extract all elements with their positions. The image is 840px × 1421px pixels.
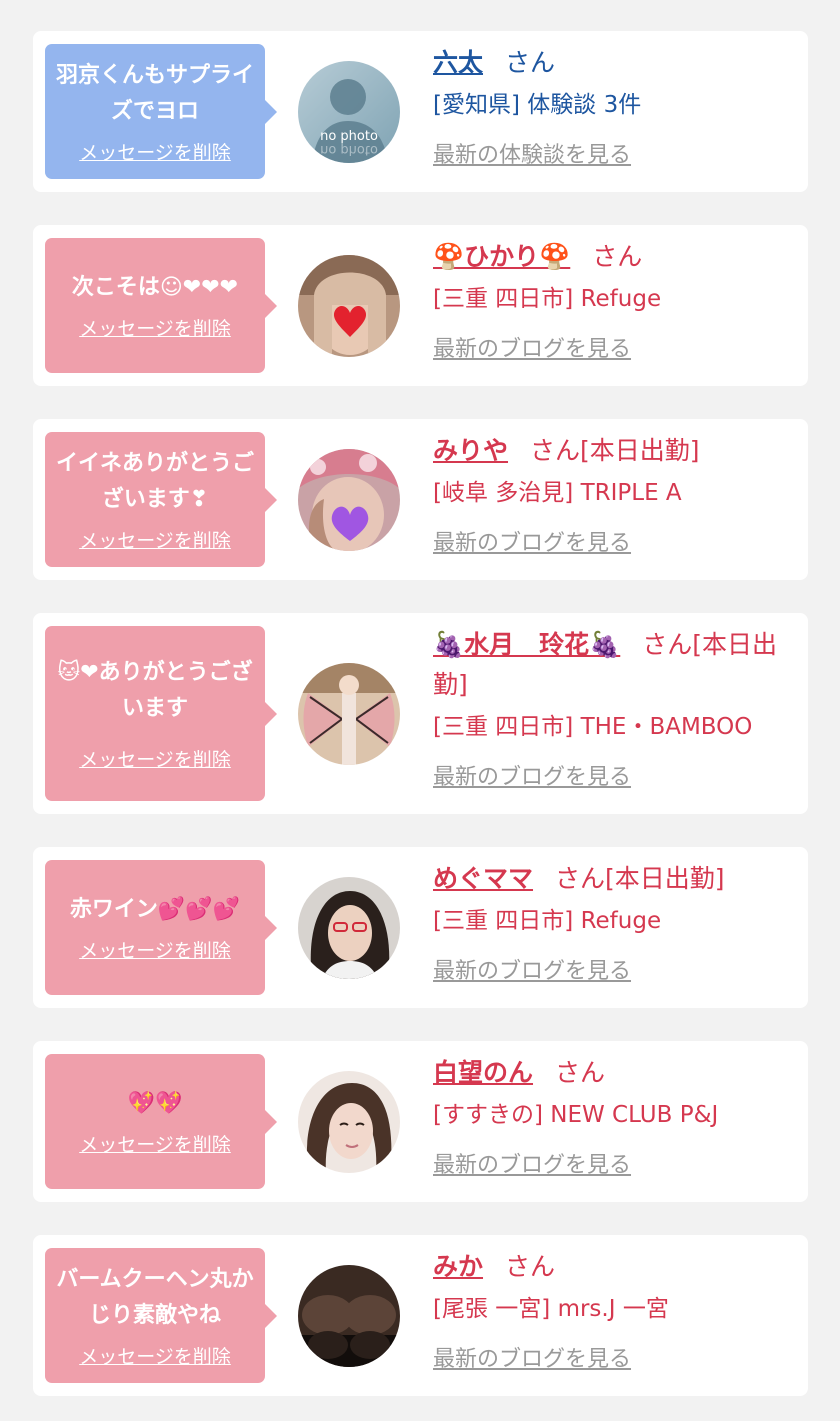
name-suffix: さん[本日出勤] <box>530 436 700 465</box>
profile-photo <box>298 255 400 357</box>
sender-info: めぐママ さん[本日出勤] [三重 四日市] Refuge 最新のブログを見る <box>433 859 798 987</box>
svg-text:no photo: no photo <box>320 142 378 157</box>
name-suffix: さん <box>555 1058 606 1087</box>
sender-info: 🍄ひかり🍄 さん [三重 四日市] Refuge 最新のブログを見る <box>433 237 798 365</box>
message-card: バームクーヘン丸かじり素敵やね メッセージを削除 みか さん [尾張 一宮] mr… <box>33 1235 808 1396</box>
sender-shop: [三重 四日市] Refuge <box>433 286 662 312</box>
message-bubble: 次こそは☺❤❤❤ メッセージを削除 <box>45 238 277 373</box>
message-bubble: 羽京くんもサプライズでヨロ メッセージを削除 <box>45 44 277 179</box>
sender-name-link[interactable]: みか <box>433 1252 483 1281</box>
sender-shop: [岐阜 多治見] TRIPLE A <box>433 480 682 506</box>
message-card: 🐱❤ありがとうございます メッセージを削除 🍇水月 玲花🍇 さん[本日出勤] [三… <box>33 613 808 814</box>
avatar[interactable] <box>298 877 400 979</box>
sender-info: 六太 さん [愛知県] 体験談 3件 最新の体験談を見る <box>433 43 798 171</box>
latest-blog-link[interactable]: 最新のブログを見る <box>433 763 631 793</box>
message-text: イイネありがとうございます❣ <box>55 451 254 512</box>
sender-shop: [三重 四日市] THE・BAMBOO <box>433 714 753 740</box>
delete-message-link[interactable]: メッセージを削除 <box>79 314 231 341</box>
profile-photo <box>298 1265 400 1367</box>
latest-blog-link[interactable]: 最新のブログを見る <box>433 1151 631 1181</box>
avatar[interactable] <box>298 1265 400 1367</box>
message-card: 💖💖 メッセージを削除 白望のん さん [すすきの] NEW CLUB P&J 最… <box>33 1041 808 1202</box>
sender-name-link[interactable]: 六太 <box>433 48 483 77</box>
sender-name-link[interactable]: 🍄ひかり🍄 <box>433 242 570 271</box>
profile-photo <box>298 449 400 551</box>
message-text: バームクーヘン丸かじり素敵やね <box>56 1267 254 1328</box>
sender-shop: [愛知県] 体験談 3件 <box>433 92 642 118</box>
latest-review-link[interactable]: 最新の体験談を見る <box>433 141 631 171</box>
delete-message-link[interactable]: メッセージを削除 <box>79 526 231 553</box>
avatar[interactable] <box>298 449 400 551</box>
svg-text:no photo: no photo <box>320 129 378 144</box>
avatar[interactable] <box>298 255 400 357</box>
message-card: 赤ワイン💕💕💕 メッセージを削除 めぐママ さん[本日出勤] [三重 四日市] R… <box>33 847 808 1008</box>
message-bubble: 🐱❤ありがとうございます メッセージを削除 <box>45 626 277 801</box>
message-card: 羽京くんもサプライズでヨロ メッセージを削除 no photo no photo <box>33 31 808 192</box>
latest-blog-link[interactable]: 最新のブログを見る <box>433 1345 631 1375</box>
message-bubble: バームクーヘン丸かじり素敵やね メッセージを削除 <box>45 1248 277 1383</box>
sender-info: みか さん [尾張 一宮] mrs.J 一宮 最新のブログを見る <box>433 1247 798 1375</box>
name-suffix: さん <box>592 242 643 271</box>
name-suffix: さん <box>505 48 556 77</box>
latest-blog-link[interactable]: 最新のブログを見る <box>433 957 631 987</box>
message-bubble: 赤ワイン💕💕💕 メッセージを削除 <box>45 860 277 995</box>
message-text: 次こそは☺❤❤❤ <box>71 275 239 300</box>
message-text: 赤ワイン💕💕💕 <box>69 897 241 922</box>
delete-message-link[interactable]: メッセージを削除 <box>79 1342 231 1369</box>
delete-message-link[interactable]: メッセージを削除 <box>79 936 231 963</box>
avatar[interactable] <box>298 1071 400 1173</box>
message-bubble: 💖💖 メッセージを削除 <box>45 1054 277 1189</box>
sender-name-link[interactable]: めぐママ <box>433 864 533 893</box>
sender-name-link[interactable]: みりや <box>433 436 508 465</box>
message-text: 🐱❤ありがとうございます <box>57 660 253 721</box>
latest-blog-link[interactable]: 最新のブログを見る <box>433 335 631 365</box>
name-suffix: さん[本日出勤] <box>555 864 725 893</box>
sender-info: 🍇水月 玲花🍇 さん[本日出勤] [三重 四日市] THE・BAMBOO 最新のブ… <box>433 625 798 793</box>
sender-info: 白望のん さん [すすきの] NEW CLUB P&J 最新のブログを見る <box>433 1053 798 1181</box>
message-card: 次こそは☺❤❤❤ メッセージを削除 🍄ひかり🍄 さん [三重 四日市] Refug… <box>33 225 808 386</box>
sender-shop: [すすきの] NEW CLUB P&J <box>433 1102 719 1128</box>
sender-shop: [三重 四日市] Refuge <box>433 908 662 934</box>
profile-photo <box>298 663 400 765</box>
delete-message-link[interactable]: メッセージを削除 <box>79 745 231 772</box>
sender-name-link[interactable]: 🍇水月 玲花🍇 <box>433 630 620 659</box>
sender-shop: [尾張 一宮] mrs.J 一宮 <box>433 1296 669 1322</box>
message-card: イイネありがとうございます❣ メッセージを削除 みりや さん[本日出勤] [岐阜 … <box>33 419 808 580</box>
sender-name-link[interactable]: 白望のん <box>433 1058 533 1087</box>
message-list: 羽京くんもサプライズでヨロ メッセージを削除 no photo no photo <box>0 0 840 1421</box>
avatar[interactable] <box>298 663 400 765</box>
message-text: 💖💖 <box>127 1091 183 1116</box>
avatar[interactable]: no photo no photo <box>298 61 400 163</box>
profile-photo <box>298 877 400 979</box>
sender-info: みりや さん[本日出勤] [岐阜 多治見] TRIPLE A 最新のブログを見る <box>433 431 798 559</box>
delete-message-link[interactable]: メッセージを削除 <box>79 138 231 165</box>
no-photo-avatar-icon: no photo no photo <box>298 61 400 163</box>
latest-blog-link[interactable]: 最新のブログを見る <box>433 529 631 559</box>
delete-message-link[interactable]: メッセージを削除 <box>79 1130 231 1157</box>
name-suffix: さん <box>505 1252 556 1281</box>
profile-photo <box>298 1071 400 1173</box>
message-bubble: イイネありがとうございます❣ メッセージを削除 <box>45 432 277 567</box>
message-text: 羽京くんもサプライズでヨロ <box>55 63 254 124</box>
